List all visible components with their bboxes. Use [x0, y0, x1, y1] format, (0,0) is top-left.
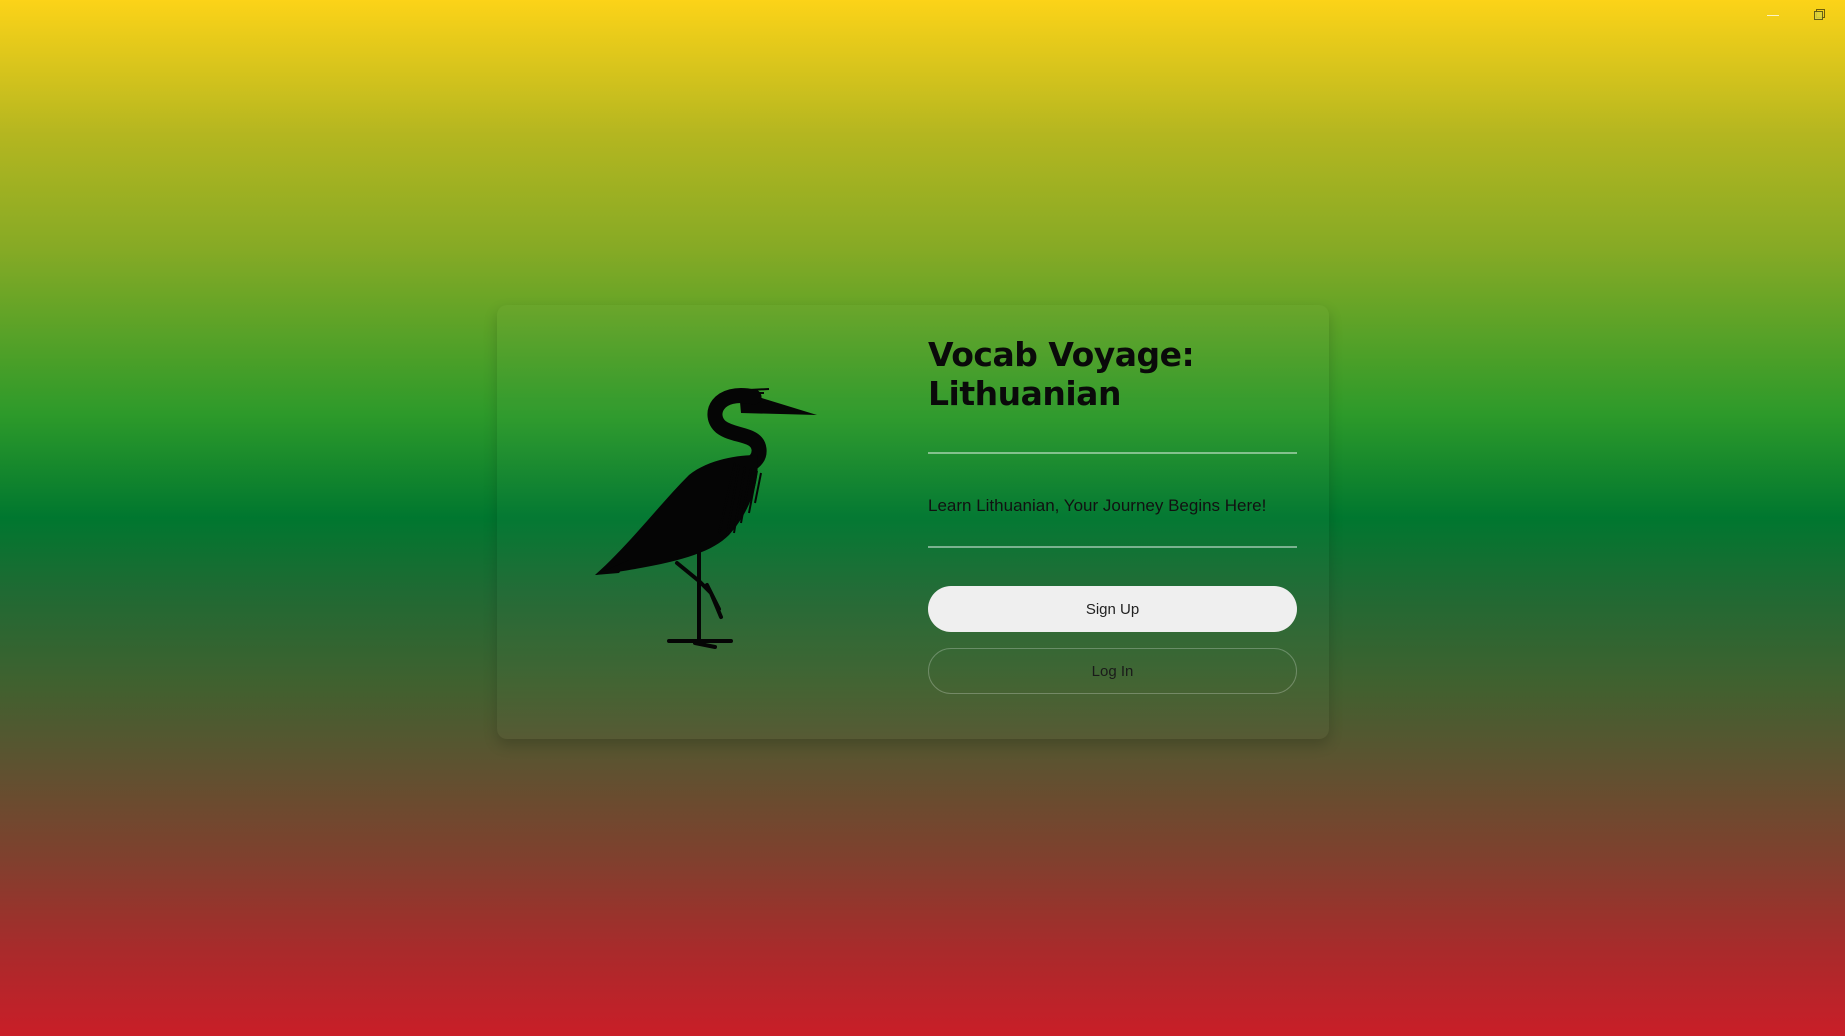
app-tagline: Learn Lithuanian, Your Journey Begins He…: [928, 496, 1267, 515]
window-controls: [1765, 6, 1827, 22]
log-in-button[interactable]: Log In: [928, 648, 1297, 694]
app-title: Vocab Voyage: Lithuanian: [928, 335, 1195, 413]
tagline-divider: [928, 546, 1297, 548]
title-divider: [928, 452, 1297, 454]
welcome-content: Vocab Voyage: Lithuanian Learn Lithuania…: [928, 335, 1298, 694]
heron-icon: [589, 385, 829, 655]
sign-up-button[interactable]: Sign Up: [928, 586, 1297, 632]
minimize-icon[interactable]: [1765, 6, 1781, 22]
welcome-card: Vocab Voyage: Lithuanian Learn Lithuania…: [497, 305, 1329, 739]
restore-icon[interactable]: [1811, 6, 1827, 22]
